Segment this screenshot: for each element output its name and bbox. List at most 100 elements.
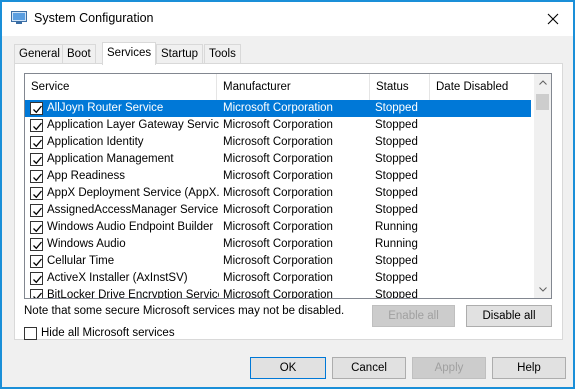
service-name: Application Identity xyxy=(47,136,144,148)
check-icon xyxy=(33,258,43,267)
service-name: AllJoyn Router Service xyxy=(47,102,164,114)
service-checkbox[interactable] xyxy=(30,102,43,115)
check-icon xyxy=(33,156,43,165)
service-status: Stopped xyxy=(375,187,418,199)
button-label: Cancel xyxy=(351,362,387,374)
service-checkbox[interactable] xyxy=(30,221,43,234)
service-checkbox[interactable] xyxy=(30,289,43,298)
tab-general[interactable]: General xyxy=(14,44,65,64)
service-row[interactable]: Cellular Time Microsoft Corporation Stoppe… xyxy=(25,253,531,270)
service-checkbox[interactable] xyxy=(30,204,43,217)
services-list[interactable]: Service Manufacturer Status Date Disable… xyxy=(24,73,552,299)
service-checkbox[interactable] xyxy=(30,136,43,149)
button-label: Disable all xyxy=(482,310,536,322)
service-name: Application Layer Gateway Service xyxy=(47,119,219,131)
scroll-down-button[interactable] xyxy=(534,281,551,298)
service-row[interactable]: AllJoyn Router Service Microsoft Corporat… xyxy=(25,100,531,117)
service-status: Stopped xyxy=(375,136,418,148)
service-manufacturer: Microsoft Corporation xyxy=(223,153,333,165)
service-manufacturer: Microsoft Corporation xyxy=(223,255,333,267)
column-header-manufacturer[interactable]: Manufacturer xyxy=(217,74,370,100)
tab-label: General xyxy=(19,48,60,60)
service-status: Stopped xyxy=(375,153,418,165)
service-status: Stopped xyxy=(375,204,418,216)
service-name: ActiveX Installer (AxInstSV) xyxy=(47,272,188,284)
services-panel: Service Manufacturer Status Date Disable… xyxy=(14,63,563,340)
service-manufacturer: Microsoft Corporation xyxy=(223,221,333,233)
disable-all-button[interactable]: Disable all xyxy=(466,305,552,327)
column-header-status[interactable]: Status xyxy=(370,74,430,100)
service-checkbox[interactable] xyxy=(30,272,43,285)
column-header-service[interactable]: Service xyxy=(25,74,217,100)
tab-label: Startup xyxy=(161,48,199,60)
check-icon xyxy=(33,224,43,233)
service-manufacturer: Microsoft Corporation xyxy=(223,204,333,216)
close-icon xyxy=(547,13,559,25)
help-button[interactable]: Help xyxy=(492,357,566,379)
service-row[interactable]: BitLocker Drive Encryption Service Micros… xyxy=(25,287,531,299)
column-label: Date Disabled xyxy=(436,81,509,93)
service-status: Stopped xyxy=(375,170,418,182)
tab-label: Boot xyxy=(67,48,91,60)
service-checkbox[interactable] xyxy=(30,153,43,166)
service-rows: AllJoyn Router Service Microsoft Corporat… xyxy=(25,100,535,299)
service-status: Stopped xyxy=(375,102,418,114)
service-manufacturer: Microsoft Corporation xyxy=(223,136,333,148)
service-status: Running xyxy=(375,238,418,250)
button-label: Apply xyxy=(434,362,464,374)
service-row[interactable]: Application Layer Gateway Service Microso… xyxy=(25,117,531,134)
column-header-date-disabled[interactable]: Date Disabled xyxy=(430,74,535,100)
list-header: Service Manufacturer Status Date Disable… xyxy=(25,74,535,100)
apply-button[interactable]: Apply xyxy=(412,357,486,379)
service-checkbox[interactable] xyxy=(30,255,43,268)
service-name: Windows Audio xyxy=(47,238,126,250)
tab-tools[interactable]: Tools xyxy=(204,44,241,64)
cancel-button[interactable]: Cancel xyxy=(332,357,406,379)
chevron-up-icon xyxy=(538,80,547,85)
service-row[interactable]: ActiveX Installer (AxInstSV) Microsoft Co… xyxy=(25,270,531,287)
service-status: Running xyxy=(375,221,418,233)
tab-strip: General Boot Services Startup Tools xyxy=(14,42,554,65)
tab-startup[interactable]: Startup xyxy=(156,44,204,64)
system-configuration-icon xyxy=(11,11,27,25)
service-row[interactable]: Application Identity Microsoft Corporatio… xyxy=(25,134,531,151)
service-row[interactable]: AssignedAccessManager Service Microsoft C… xyxy=(25,202,531,219)
tab-label: Services xyxy=(107,47,152,59)
service-name: App Readiness xyxy=(47,170,125,182)
vertical-scrollbar[interactable] xyxy=(534,74,551,298)
window-title: System Configuration xyxy=(34,11,154,25)
ok-button[interactable]: OK xyxy=(250,357,326,379)
column-label: Manufacturer xyxy=(223,81,291,93)
close-button[interactable] xyxy=(541,8,565,30)
chevron-down-icon xyxy=(538,287,547,292)
check-icon xyxy=(33,241,43,250)
button-label: Help xyxy=(517,362,541,374)
service-name: BitLocker Drive Encryption Service xyxy=(47,289,219,299)
enable-all-button[interactable]: Enable all xyxy=(372,305,455,327)
service-name: Application Management xyxy=(47,153,174,165)
check-icon xyxy=(33,275,43,284)
service-status: Stopped xyxy=(375,255,418,267)
scroll-up-button[interactable] xyxy=(534,74,551,91)
service-status: Stopped xyxy=(375,119,418,131)
scroll-thumb[interactable] xyxy=(536,94,549,110)
hide-microsoft-services-checkbox[interactable] xyxy=(24,327,37,340)
service-name: AssignedAccessManager Service xyxy=(47,204,219,216)
service-checkbox[interactable] xyxy=(30,187,43,200)
hide-microsoft-services-label: Hide all Microsoft services xyxy=(41,327,175,339)
service-checkbox[interactable] xyxy=(30,238,43,251)
tab-boot[interactable]: Boot xyxy=(62,44,96,64)
service-row[interactable]: Application Management Microsoft Corporat… xyxy=(25,151,531,168)
system-configuration-window: System Configuration General Boot Servic… xyxy=(0,0,575,389)
service-manufacturer: Microsoft Corporation xyxy=(223,238,333,250)
title-bar: System Configuration xyxy=(2,2,573,36)
service-row[interactable]: App Readiness Microsoft Corporation Stoppe… xyxy=(25,168,531,185)
service-row[interactable]: Windows Audio Endpoint Builder Microsoft … xyxy=(25,219,531,236)
service-row[interactable]: Windows Audio Microsoft Corporation Runnin… xyxy=(25,236,531,253)
service-checkbox[interactable] xyxy=(30,119,43,132)
service-row[interactable]: AppX Deployment Service (AppX... Microsof… xyxy=(25,185,531,202)
service-manufacturer: Microsoft Corporation xyxy=(223,187,333,199)
tab-services[interactable]: Services xyxy=(102,42,157,65)
service-checkbox[interactable] xyxy=(30,170,43,183)
service-status: Stopped xyxy=(375,272,418,284)
